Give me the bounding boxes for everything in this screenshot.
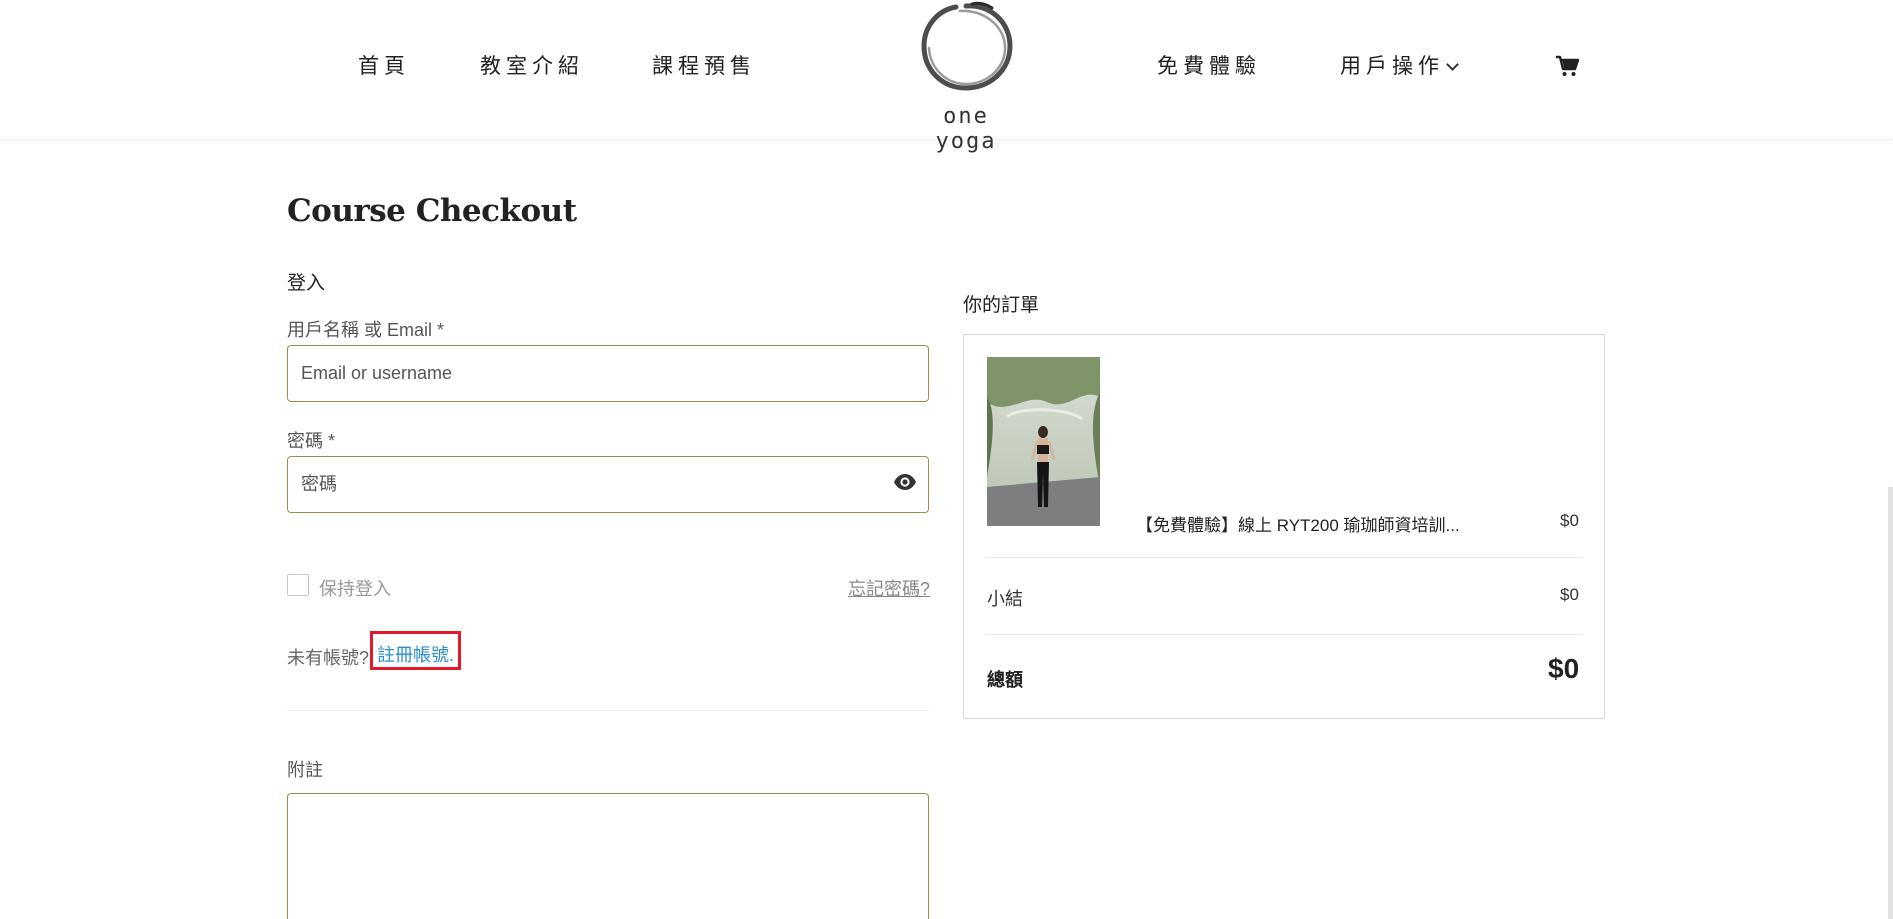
product-image bbox=[987, 357, 1100, 526]
notes-textarea[interactable] bbox=[287, 793, 929, 919]
forgot-password-link[interactable]: 忘記密碼? bbox=[848, 575, 930, 601]
chevron-down-icon bbox=[1446, 58, 1459, 71]
login-heading: 登入 bbox=[287, 273, 326, 294]
username-label: 用戶名稱 或 Email * bbox=[287, 320, 445, 340]
nav-home[interactable]: 首頁 bbox=[358, 50, 410, 80]
scrollbar[interactable] bbox=[1888, 487, 1893, 919]
register-link[interactable]: 註冊帳號. bbox=[370, 631, 462, 670]
username-input[interactable] bbox=[287, 345, 929, 402]
page-title: Course Checkout bbox=[287, 193, 577, 229]
order-divider bbox=[987, 634, 1581, 635]
total-value: $0 bbox=[1548, 653, 1580, 684]
logo-ring-icon bbox=[921, 1, 1013, 91]
nav-user-menu-label: 用戶操作 bbox=[1340, 54, 1444, 78]
site-logo[interactable]: one yoga bbox=[910, 0, 1020, 154]
total-label: 總額 bbox=[987, 670, 1023, 690]
nav-studio-intro[interactable]: 教室介紹 bbox=[480, 50, 584, 80]
order-item-name: 【免費體驗】線上 RYT200 瑜珈師資培訓... bbox=[1136, 516, 1460, 535]
order-divider bbox=[987, 557, 1581, 558]
password-input[interactable] bbox=[287, 456, 929, 513]
cart-icon[interactable] bbox=[1555, 55, 1579, 77]
notes-label: 附註 bbox=[287, 760, 323, 780]
nav-user-menu[interactable]: 用戶操作 bbox=[1340, 50, 1459, 80]
logo-text: one yoga bbox=[935, 104, 997, 154]
nav-course-presale[interactable]: 課程預售 bbox=[652, 50, 756, 80]
password-label: 密碼 * bbox=[287, 431, 336, 451]
order-item-price: $0 bbox=[1560, 511, 1579, 530]
section-divider bbox=[287, 710, 929, 711]
show-password-icon[interactable] bbox=[893, 473, 917, 491]
remember-me-label: 保持登入 bbox=[319, 579, 391, 599]
subtotal-label: 小結 bbox=[987, 589, 1023, 609]
order-heading: 你的訂單 bbox=[963, 295, 1040, 316]
subtotal-value: $0 bbox=[1560, 585, 1579, 604]
nav-free-trial[interactable]: 免費體驗 bbox=[1157, 50, 1261, 80]
no-account-text: 未有帳號? bbox=[287, 648, 370, 668]
site-header: 首頁 教室介紹 課程預售 one yoga 免費體驗 用戶操作 bbox=[0, 0, 1893, 154]
remember-me-checkbox[interactable] bbox=[287, 574, 309, 596]
order-summary: 【免費體驗】線上 RYT200 瑜珈師資培訓... $0 小結 $0 總額 $0 bbox=[963, 334, 1605, 719]
